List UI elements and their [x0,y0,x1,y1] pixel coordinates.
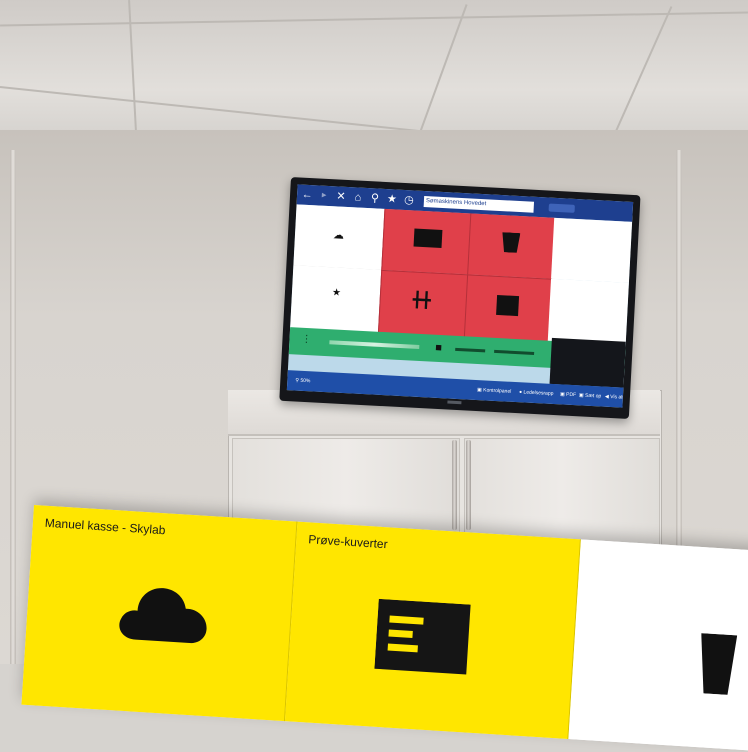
overlay-tile-label: Manuel kasse - Skylab [44,515,166,538]
tv-tile-cloud[interactable]: ☁ [293,204,385,271]
tv-brand-logo [447,400,462,405]
tv-tile-blank [547,278,629,346]
bottom-item-vis-alt[interactable]: ◀ Vis alt [604,387,624,408]
cloud-icon [119,588,207,644]
overlay-tile-label: Prøve-kuverter [307,532,389,552]
ceiling-seam [414,4,468,146]
truck-icon: ■ [434,341,443,355]
tv-tile-envelopes[interactable] [381,208,472,275]
bottom-item-label: Vis alt [610,394,624,401]
box-icon [496,294,520,317]
ceiling-seam [0,11,748,27]
bin-icon [701,633,738,695]
close-icon[interactable]: ✕ [335,186,348,207]
envelope-icon [413,228,443,248]
ceiling-seam [609,6,673,144]
bin-icon [501,232,520,253]
tv-status-line [455,347,486,353]
zoom-level[interactable]: ⚲ 50% [295,371,311,392]
tv-progress-bar [329,340,420,349]
cloud-icon: ☁ [332,229,345,242]
overlay-tile-prove-kuverter[interactable]: Prøve-kuverter [284,521,581,740]
envelope-icon [374,598,471,675]
search-icon[interactable]: ⚲ [368,188,381,209]
tv-tile-bin[interactable] [467,213,556,279]
overlay-tile-manuel-kasse[interactable]: Manuel kasse - Skylab [21,505,298,722]
bottom-item-saet-op[interactable]: ▣ Sæt op [578,385,602,406]
tv-tile-box[interactable] [463,274,553,343]
zoom-value: 50% [300,377,311,385]
back-arrow-icon[interactable]: ← [301,185,314,206]
tv-dark-panel [549,337,626,388]
tv-toolbar-button[interactable] [548,203,575,213]
tools-icon: ╋╋ [412,291,432,310]
bottom-item-kontrolpanel[interactable]: ▣ Kontrolpanel [477,380,512,402]
star-icon[interactable]: ★ [385,189,398,210]
tv-tile-blank [551,217,633,283]
share-icon: ⋮ [301,333,312,346]
wall-tv: ← ▶ ✕ ⌂ ⚲ ★ ◷ Sømaskinens Hovedet ☁ ★ ╋╋… [279,177,641,420]
bottom-item-label: Sæt op [584,392,602,400]
overlay-tile-bin[interactable] [568,539,748,752]
door-handle-right [466,440,471,530]
clock-icon[interactable]: ◷ [402,190,415,211]
bottom-item-label: Ledelsesrapp [523,389,554,398]
bottom-item-label: PDF [565,391,577,399]
bottom-item-ledelsesrapp[interactable]: ● Ledelsesrapp [519,382,554,404]
forward-icon[interactable]: ▶ [318,185,331,206]
bottom-item-label: Kontrolpanel [483,387,512,395]
tv-status-line [494,349,535,355]
star-icon: ★ [331,287,342,299]
tv-search-input[interactable]: Sømaskinens Hovedet [423,195,535,213]
door-handle-left [452,440,457,530]
home-icon[interactable]: ⌂ [352,187,365,208]
bottom-item-pdf[interactable]: ▣ PDF [559,384,576,405]
ceiling [0,0,748,150]
tv-tile-tools[interactable]: ╋╋ [377,269,469,339]
tv-tile-star[interactable]: ★ [290,265,382,333]
wall-panel-edge [10,150,16,664]
tv-screen: ← ▶ ✕ ⌂ ⚲ ★ ◷ Sømaskinens Hovedet ☁ ★ ╋╋… [286,184,634,408]
